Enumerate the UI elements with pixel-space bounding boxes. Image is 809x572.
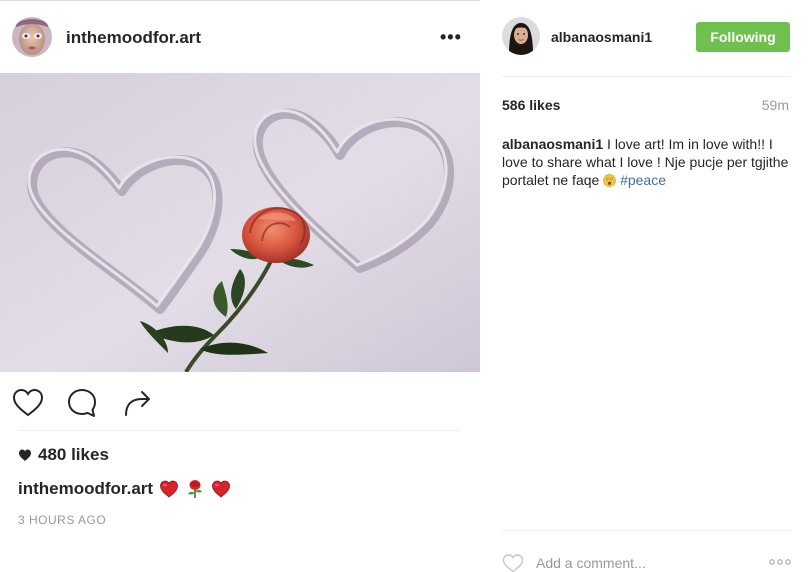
post-actions: [0, 381, 480, 425]
post-time: 59m: [761, 97, 789, 113]
caption-username[interactable]: inthemoodfor.art: [18, 479, 153, 499]
post-username[interactable]: inthemoodfor.art: [66, 28, 201, 48]
caption-username[interactable]: albanaosmani1: [502, 136, 603, 152]
post-caption: inthemoodfor.art: [18, 479, 231, 499]
divider: [502, 76, 790, 77]
comment-input[interactable]: [536, 552, 756, 572]
more-options-icon[interactable]: [768, 557, 792, 567]
panel-caption: albanaosmani1 I love art! Im in love wit…: [502, 135, 792, 189]
likes-label: 480 likes: [38, 445, 109, 464]
right-panel: albanaosmani1 Following 586 likes 59m al…: [480, 0, 809, 572]
heart-outline-icon[interactable]: [10, 385, 46, 421]
share-arrow-icon[interactable]: [118, 385, 154, 421]
avatar[interactable]: [12, 17, 52, 57]
comment-bubble-icon[interactable]: [64, 385, 100, 421]
panel-username[interactable]: albanaosmani1: [551, 29, 652, 45]
red-heart-emoji: [160, 480, 178, 498]
following-button[interactable]: Following: [696, 22, 790, 52]
more-options-icon[interactable]: •••: [440, 27, 462, 48]
post-header: inthemoodfor.art •••: [0, 1, 480, 73]
astonished-face-emoji: [603, 174, 617, 187]
likes-count[interactable]: 480 likes: [18, 445, 109, 465]
divider: [502, 530, 790, 531]
likes-count[interactable]: 586 likes: [502, 97, 560, 113]
red-heart-emoji: [212, 480, 230, 498]
heart-outline-icon[interactable]: [502, 553, 524, 572]
post-image: [0, 73, 480, 372]
heart-filled-icon: [19, 449, 31, 461]
left-post: inthemoodfor.art ••• 480 likes inthemood…: [0, 0, 480, 572]
divider: [18, 430, 460, 431]
comment-row: [502, 552, 792, 572]
post-timestamp: 3 HOURS AGO: [18, 513, 107, 527]
hashtag-link[interactable]: #peace: [620, 172, 666, 188]
rose-emoji: [188, 480, 203, 498]
avatar[interactable]: [502, 17, 540, 55]
